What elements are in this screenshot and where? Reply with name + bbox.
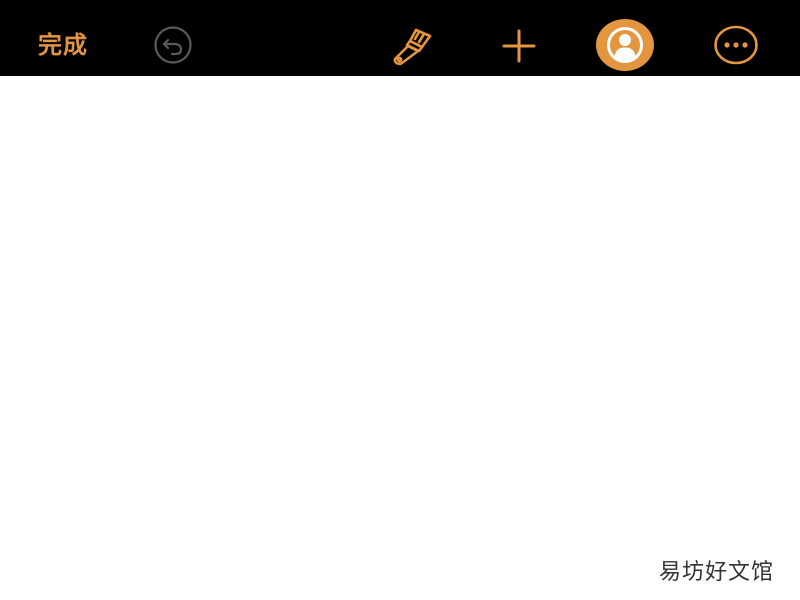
top-toolbar: 完成 <box>0 0 800 76</box>
more-ellipsis-icon <box>714 25 758 65</box>
more-options-button[interactable] <box>711 24 761 66</box>
paintbrush-icon <box>393 28 432 66</box>
collaborate-person-icon <box>596 19 654 71</box>
app-window: 完成 易坊好文馆 <box>0 0 800 600</box>
format-brush-button[interactable] <box>386 24 436 68</box>
plus-icon <box>502 29 536 63</box>
undo-button[interactable] <box>151 26 195 64</box>
collaborate-button[interactable] <box>594 18 656 72</box>
undo-icon <box>154 26 192 64</box>
document-canvas[interactable] <box>0 76 800 600</box>
done-button[interactable]: 完成 <box>38 28 88 62</box>
watermark-text: 易坊好文馆 <box>658 560 774 585</box>
add-button[interactable] <box>498 25 540 67</box>
